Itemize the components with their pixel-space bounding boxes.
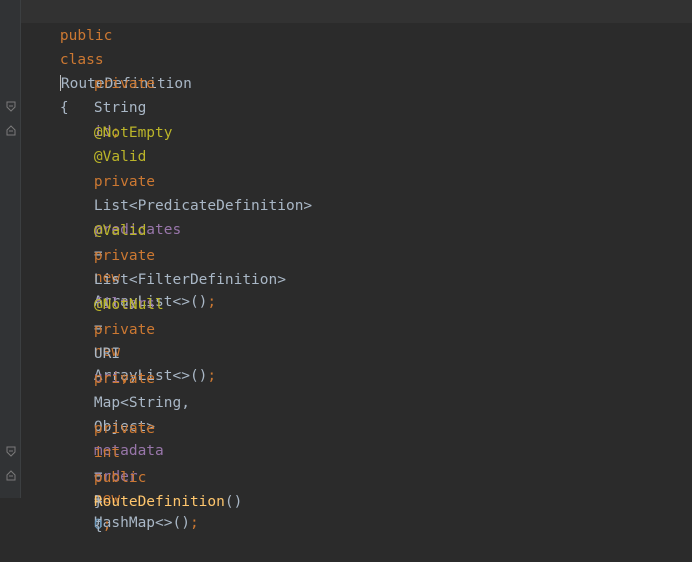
keyword: private <box>93 421 156 437</box>
code-line-id-field[interactable]: private String id; <box>59 48 155 140</box>
semicolon: ; <box>207 368 217 384</box>
semicolon: ; <box>189 515 199 531</box>
code-line-annotation[interactable]: @Valid <box>59 195 146 239</box>
keyword: private <box>93 174 156 190</box>
code-line-order-field[interactable]: private int order = 0; <box>59 393 155 533</box>
brace: } <box>93 494 103 510</box>
fold-open-icon[interactable] <box>6 446 16 457</box>
fold-close-icon[interactable] <box>6 470 16 481</box>
editor-gutter <box>0 0 21 498</box>
semicolon: ; <box>102 517 112 533</box>
code-line-metadata-field[interactable]: private Map<String, Object> metadata = n… <box>59 343 199 531</box>
code-line-annotation[interactable]: @NotEmpty <box>59 97 173 141</box>
keyword: private <box>93 322 156 338</box>
keyword: private <box>93 76 156 92</box>
code-line-annotation[interactable]: @NotNull <box>59 269 164 313</box>
code-line-class-declaration[interactable]: public class RouteDefinition { <box>25 0 192 116</box>
code-line-uri-field[interactable]: private URI uri; <box>59 294 155 386</box>
brace: { <box>93 518 103 534</box>
code-line-predicates-field[interactable]: private List<PredicateDefinition> predic… <box>59 146 312 310</box>
fold-close-icon[interactable] <box>6 125 16 136</box>
code-line-constructor[interactable]: public RouteDefinition() { <box>59 442 242 534</box>
fold-open-icon[interactable] <box>6 101 16 112</box>
keyword: private <box>93 371 156 387</box>
parens: () <box>224 494 243 510</box>
code-line-filters-field[interactable]: private List<FilterDefinition> filters =… <box>59 220 286 384</box>
code-line-annotation[interactable]: @Valid <box>59 121 146 165</box>
semicolon: ; <box>207 294 217 310</box>
method-name: RouteDefinition <box>93 494 225 510</box>
keyword: public <box>59 28 113 44</box>
code-line-closing-brace[interactable]: } <box>59 466 103 510</box>
keyword: private <box>93 248 156 264</box>
code-editor[interactable]: public class RouteDefinition { private S… <box>21 0 692 534</box>
